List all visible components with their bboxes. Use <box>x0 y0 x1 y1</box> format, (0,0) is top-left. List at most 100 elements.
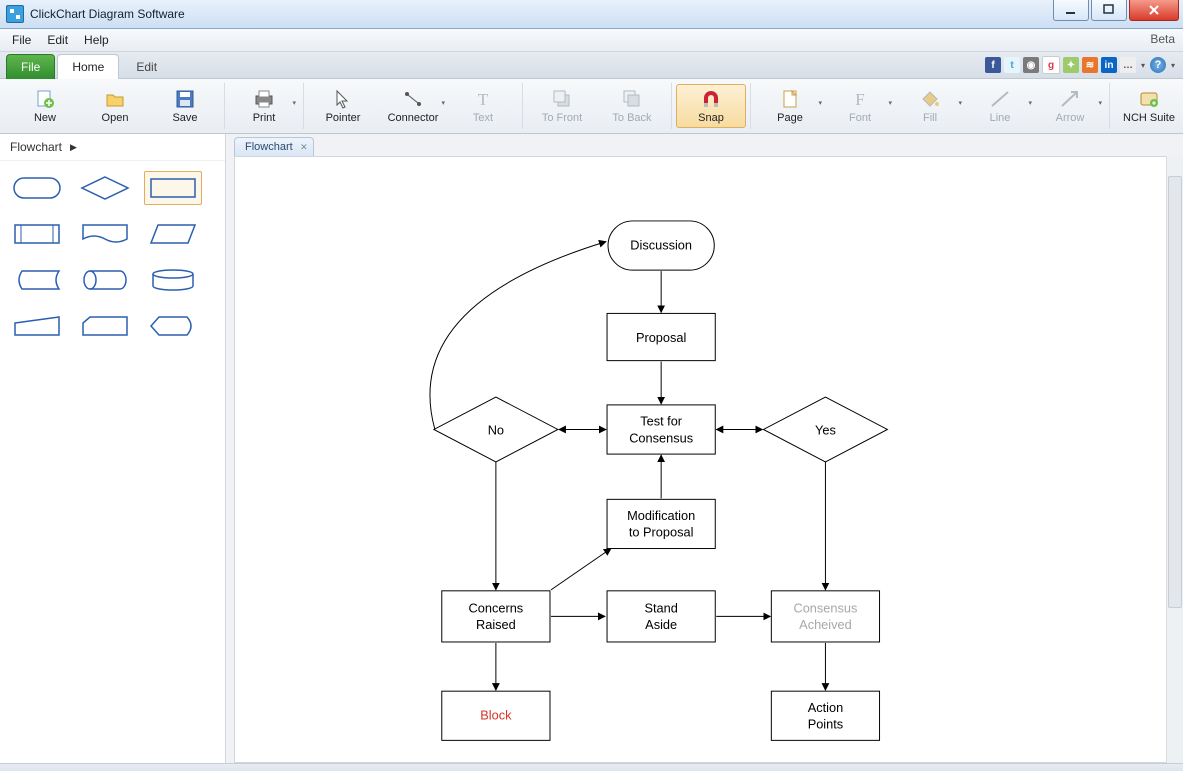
node-stand-l1[interactable]: Stand <box>644 600 677 615</box>
ribbon-tab-home[interactable]: Home <box>57 54 119 79</box>
social-icon-row: f t ◉ g ✦ ≋ in … ▾ ? ▾ <box>985 56 1177 74</box>
shape-card[interactable] <box>76 309 134 343</box>
fill-button[interactable]: Fill▾ <box>895 84 965 128</box>
close-tab-icon[interactable]: ✕ <box>300 142 308 153</box>
line-button[interactable]: Line▾ <box>965 84 1035 128</box>
twitter-icon[interactable]: t <box>1004 57 1020 73</box>
pointer-button[interactable]: Pointer <box>308 84 378 128</box>
node-block[interactable]: Block <box>480 708 512 723</box>
menu-file[interactable]: File <box>4 30 39 50</box>
help-icon[interactable]: ? <box>1150 57 1166 73</box>
toback-button[interactable]: To Back <box>597 84 667 128</box>
sidebar-header[interactable]: Flowchart ▶ <box>0 134 225 161</box>
print-icon <box>253 88 275 110</box>
menu-help[interactable]: Help <box>76 30 117 50</box>
text-icon: T <box>472 88 494 110</box>
node-test-l1[interactable]: Test for <box>640 414 683 429</box>
share-icon[interactable]: ✦ <box>1063 57 1079 73</box>
svg-text:F: F <box>855 90 864 109</box>
shape-directdata[interactable] <box>76 263 134 297</box>
more-icon[interactable]: … <box>1120 57 1136 73</box>
canvas-area: Flowchart ✕ <box>226 134 1183 763</box>
print-button[interactable]: Print▾ <box>229 84 299 128</box>
flowchart-svg: Discussion Proposal Test for Consensus N… <box>235 157 1166 762</box>
node-mod-l1[interactable]: Modification <box>627 508 695 523</box>
shape-manualinput[interactable] <box>8 309 66 343</box>
sidebar: Flowchart ▶ <box>0 134 226 763</box>
font-button[interactable]: FFont▾ <box>825 84 895 128</box>
font-icon: F <box>849 88 871 110</box>
app-icon <box>6 5 24 23</box>
maximize-button[interactable] <box>1091 0 1127 21</box>
connector-icon <box>402 88 424 110</box>
svg-text:T: T <box>478 90 489 109</box>
shape-palette <box>0 161 225 353</box>
new-button[interactable]: New <box>10 84 80 128</box>
node-action-l2[interactable]: Points <box>808 717 843 732</box>
tofront-icon <box>551 88 573 110</box>
node-consensus-l1[interactable]: Consensus <box>793 600 857 615</box>
chevron-right-icon: ▶ <box>70 142 77 153</box>
new-icon <box>34 88 56 110</box>
shape-process[interactable] <box>144 171 202 205</box>
arrow-button[interactable]: Arrow▾ <box>1035 84 1105 128</box>
canvas[interactable]: Discussion Proposal Test for Consensus N… <box>234 156 1167 763</box>
node-yes[interactable]: Yes <box>815 422 836 437</box>
help-dropdown-icon[interactable]: ▾ <box>1169 61 1177 70</box>
fill-icon <box>919 88 941 110</box>
tofront-button[interactable]: To Front <box>527 84 597 128</box>
shape-decision[interactable] <box>76 171 134 205</box>
menubar: File Edit Help Beta <box>0 29 1183 52</box>
shape-subprocess[interactable] <box>8 217 66 251</box>
ribbon-tab-file[interactable]: File <box>6 54 55 79</box>
snap-button[interactable]: Snap <box>676 84 746 128</box>
close-button[interactable] <box>1129 0 1179 21</box>
line-icon <box>989 88 1011 110</box>
shape-terminator[interactable] <box>8 171 66 205</box>
rss-icon[interactable]: ≋ <box>1082 57 1098 73</box>
ribbon: New Open Save Print▾ Pointer Connector▾ … <box>0 79 1183 134</box>
node-consensus-l2[interactable]: Acheived <box>799 617 852 632</box>
shape-storeddata[interactable] <box>8 263 66 297</box>
save-icon <box>174 88 196 110</box>
minimize-button[interactable] <box>1053 0 1089 21</box>
shape-data[interactable] <box>144 217 202 251</box>
node-concerns-l2[interactable]: Raised <box>476 617 516 632</box>
camera-icon[interactable]: ◉ <box>1023 57 1039 73</box>
statusbar <box>0 763 1183 771</box>
node-concerns-l1[interactable]: Concerns <box>469 600 524 615</box>
connector-button[interactable]: Connector▾ <box>378 84 448 128</box>
text-button[interactable]: TText <box>448 84 518 128</box>
sidebar-title: Flowchart <box>10 140 62 154</box>
node-test-l2[interactable]: Consensus <box>629 430 693 445</box>
shape-display[interactable] <box>144 309 202 343</box>
suite-icon <box>1138 88 1160 110</box>
shape-document[interactable] <box>76 217 134 251</box>
page-icon <box>779 88 801 110</box>
menu-edit[interactable]: Edit <box>39 30 76 50</box>
linkedin-icon[interactable]: in <box>1101 57 1117 73</box>
node-proposal[interactable]: Proposal <box>636 330 686 345</box>
titlebar: ClickChart Diagram Software <box>0 0 1183 29</box>
scrollbar-thumb[interactable] <box>1168 176 1182 608</box>
social-dropdown-icon[interactable]: ▾ <box>1139 61 1147 70</box>
node-mod-l2[interactable]: to Proposal <box>629 525 694 540</box>
google-icon[interactable]: g <box>1042 56 1060 74</box>
window-title: ClickChart Diagram Software <box>30 7 185 21</box>
save-button[interactable]: Save <box>150 84 220 128</box>
doc-tab-flowchart[interactable]: Flowchart ✕ <box>234 137 314 156</box>
ribbon-tab-edit[interactable]: Edit <box>121 54 172 79</box>
page-button[interactable]: Page▾ <box>755 84 825 128</box>
node-action-l1[interactable]: Action <box>808 700 843 715</box>
node-discussion[interactable]: Discussion <box>630 237 692 252</box>
open-button[interactable]: Open <box>80 84 150 128</box>
node-no[interactable]: No <box>488 422 504 437</box>
beta-label: Beta <box>1150 32 1175 46</box>
shape-database[interactable] <box>144 263 202 297</box>
node-stand-l2[interactable]: Aside <box>645 617 677 632</box>
nchsuite-button[interactable]: NCH Suite <box>1114 84 1183 128</box>
vertical-scrollbar[interactable] <box>1166 156 1183 763</box>
open-icon <box>104 88 126 110</box>
facebook-icon[interactable]: f <box>985 57 1001 73</box>
snap-icon <box>700 88 722 110</box>
